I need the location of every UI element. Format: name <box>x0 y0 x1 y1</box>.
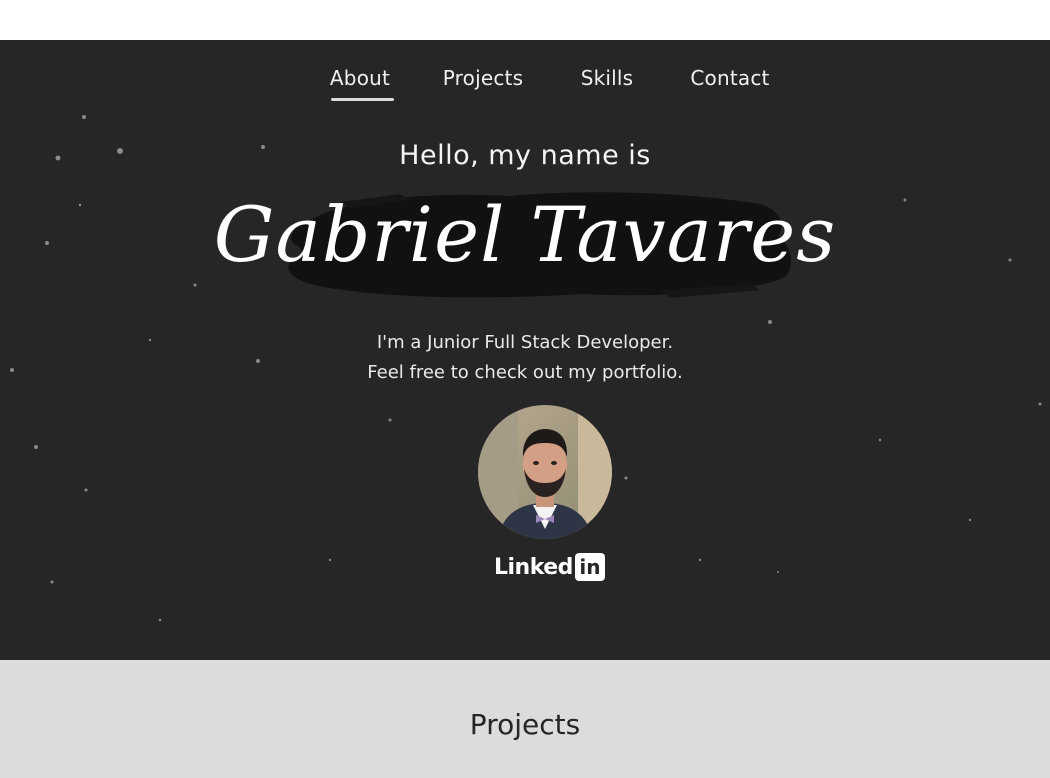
projects-section: Projects <box>0 660 1050 778</box>
greeting-text: Hello, my name is <box>399 140 651 171</box>
nav-projects[interactable]: Projects <box>423 66 543 90</box>
avatar <box>478 405 612 539</box>
main-nav: About Projects Skills Contact <box>0 60 1050 104</box>
linkedin-link[interactable]: Linked in <box>494 552 605 582</box>
intro-text: I'm a Junior Full Stack Developer. Feel … <box>0 328 1050 388</box>
nav-skills[interactable]: Skills <box>547 66 667 90</box>
nav-about[interactable]: About <box>300 66 420 101</box>
top-strip <box>0 0 1050 40</box>
hero-name: Gabriel Tavares <box>213 190 837 279</box>
intro-line-2: Feel free to check out my portfolio. <box>367 362 683 383</box>
nav-contact[interactable]: Contact <box>670 66 790 90</box>
projects-section-title: Projects <box>469 708 581 741</box>
linkedin-word: Linked <box>494 554 573 580</box>
intro-line-1: I'm a Junior Full Stack Developer. <box>376 332 674 353</box>
profile-photo-icon <box>478 405 612 539</box>
hero-section: About Projects Skills Contact Hello, my … <box>0 40 1050 680</box>
linkedin-icon: in <box>574 553 605 581</box>
